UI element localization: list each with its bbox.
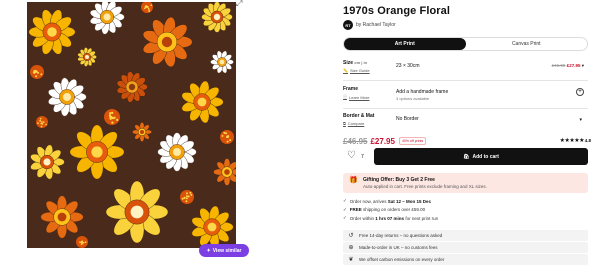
bag-icon: 🛍 — [463, 153, 470, 160]
rating-stars[interactable]: ★★★★★ — [560, 137, 585, 144]
artist-row[interactable]: RT by Rachael Taylor — [343, 20, 396, 30]
divider — [343, 108, 588, 109]
print-type-tabs: Art Print Canvas Print — [343, 37, 588, 51]
list-item: ✓ Order now, arrives Sat 12 – Mon 15 Dec — [343, 198, 432, 204]
price-row: £46.95 £27.95 40% off prints ★★★★★ 4.8 — [343, 136, 591, 146]
size-new-price: £27.95 — [566, 63, 581, 68]
frame-option[interactable]: Frame ⓘ Learn More Add a handmade frame 3 … — [343, 86, 588, 104]
gifting-offer-banner: 🎁 Gifting Offer: Buy 3 Get 2 Free Auto-a… — [343, 173, 588, 193]
learn-more-label: Learn More — [349, 94, 370, 100]
gift-sub: Auto-applied in cart. Free prints exclud… — [363, 184, 487, 189]
info-icon: ⓘ — [343, 94, 347, 99]
size-price: £46.95 £27.95 ▾ — [552, 63, 584, 69]
border-value: No Border — [396, 116, 419, 122]
perk-text: We offset carbon emissions on every orde… — [359, 257, 445, 262]
frame-sub: 3 options available — [396, 96, 430, 101]
old-price: £46.95 — [343, 136, 368, 146]
artist-name[interactable]: by Rachael Taylor — [356, 22, 396, 28]
add-to-cart-label: Add to cart — [472, 153, 499, 160]
ruler-icon: 📏 — [343, 68, 348, 73]
perks-list: ↺ Free 14-day returns – no questions aske… — [343, 230, 588, 266]
border-option[interactable]: Border & Mat ⧉ Compare No Border ▾ — [343, 113, 588, 131]
view-similar-button[interactable]: ✦ View similar — [199, 244, 249, 257]
leaf-icon: ❦ — [348, 257, 354, 263]
expand-icon[interactable]: ⤢ — [236, 0, 246, 8]
unit-toggle[interactable]: cm | in — [354, 60, 367, 65]
gift-icon: 🎁 — [349, 177, 358, 184]
list-item: ❦ We offset carbon emissions on every ord… — [343, 254, 588, 265]
delivery-info: ✓ Order now, arrives Sat 12 – Mon 15 Dec … — [343, 198, 438, 224]
frame-title: Add a handmade frame — [396, 89, 449, 95]
compare-link[interactable]: ⧉ Compare — [343, 121, 364, 126]
list-item: ✓ Order within 1 hrs 07 mins for next pri… — [343, 215, 439, 221]
size-option[interactable]: Size cm | in 📏 Size Guide 23 × 30cm £46.9… — [343, 60, 588, 78]
check-icon: ✓ — [343, 215, 347, 220]
chevron-down-icon: ▾ — [581, 63, 584, 68]
rating-value: 4.8 — [584, 138, 591, 143]
divider — [343, 80, 588, 81]
perk-text: Free 14-day returns – no questions asked — [359, 233, 443, 238]
add-frame-plus-icon[interactable]: + — [576, 88, 584, 96]
size-guide-label: Size Guide — [349, 68, 370, 73]
tab-canvas-print[interactable]: Canvas Print — [466, 38, 588, 50]
learn-more-link[interactable]: ⓘ Learn More — [343, 94, 369, 100]
check-icon: ✓ — [343, 206, 347, 212]
gift-title: Gifting Offer: Buy 3 Get 2 Free — [363, 177, 435, 183]
like-count: 7 — [361, 154, 364, 160]
add-to-cart-button[interactable]: 🛍 Add to cart — [374, 148, 588, 165]
floral-pattern-illustration — [27, 2, 236, 248]
compare-icon: ⧉ — [343, 121, 346, 126]
return-icon: ↺ — [348, 233, 354, 239]
check-icon: ✓ — [343, 198, 347, 203]
size-old-price: £46.95 — [551, 63, 566, 68]
heart-icon[interactable]: ♡ — [347, 151, 356, 161]
artwork-image[interactable] — [27, 2, 236, 248]
border-label: Border & Mat — [343, 113, 375, 119]
product-panel: 1970s Orange Floral RT by Rachael Taylor… — [343, 0, 591, 268]
size-value: 23 × 30cm — [396, 63, 420, 69]
sparkle-icon: ✦ — [206, 247, 211, 254]
list-item: ↺ Free 14-day returns – no questions aske… — [343, 230, 588, 241]
tab-art-print[interactable]: Art Print — [344, 38, 466, 50]
uk-flag-icon: ⊕ — [348, 245, 354, 251]
compare-label: Compare — [347, 121, 365, 126]
size-guide-link[interactable]: 📏 Size Guide — [343, 68, 370, 73]
discount-badge: 40% off prints — [398, 137, 427, 145]
size-label: Size cm | in — [343, 60, 368, 66]
cart-row: ♡ 7 🛍 Add to cart — [343, 148, 588, 165]
new-price: £27.95 — [370, 136, 395, 146]
perk-text: Made-to-order in UK – no customs fees — [359, 245, 438, 250]
list-item: ✓ FREE shipping on orders over £59.00 — [343, 206, 426, 213]
frame-label: Frame — [343, 86, 359, 92]
artist-avatar[interactable]: RT — [343, 20, 353, 30]
chevron-down-icon: ▾ — [579, 117, 582, 123]
list-item: ⊕ Made-to-order in UK – no customs fees — [343, 242, 588, 253]
frame-text: Add a handmade frame 3 options available — [396, 89, 448, 101]
product-title: 1970s Orange Floral — [343, 5, 451, 17]
view-similar-label: View similar — [212, 247, 242, 254]
